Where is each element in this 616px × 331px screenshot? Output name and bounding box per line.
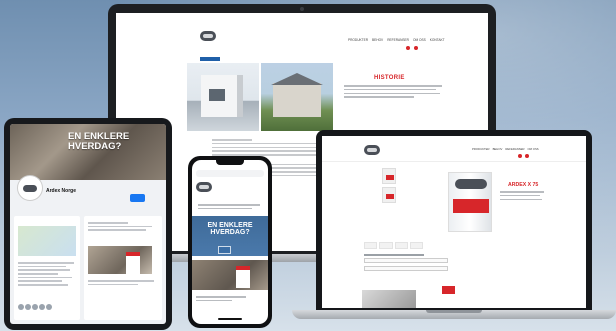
utility-links [518,154,529,158]
submit-button[interactable] [442,286,456,294]
main-nav: PRODUKTER BEHOV REFERANSER OM OSS [472,147,539,151]
ad-headline: EN ENKLERE HVERDAG? [207,222,253,237]
nav-item-products[interactable]: PRODUKTER [348,38,368,42]
product-tab[interactable] [364,242,378,249]
main-nav: PRODUKTER BEHOV REFERANSER OM OSS KONTAK… [348,38,445,42]
page-tab[interactable] [16,208,19,212]
user-icon[interactable] [414,46,418,50]
post-actions [88,280,156,287]
browser-address-bar[interactable] [196,170,264,177]
site-header: PRODUKTER BEHOV REFERANSER OM OSS [322,136,586,162]
product-thumbnails [382,168,396,206]
page-tabs [16,208,47,212]
macbook-notch [426,310,482,313]
site-header [196,182,264,192]
history-hero-images [187,63,333,131]
application-image [362,290,416,308]
home-indicator[interactable] [218,318,242,320]
historic-house-image [261,63,333,131]
contact-form [364,254,560,274]
cover-headline: EN ENKLERE HVERDAG? [68,131,130,152]
page-tab[interactable] [25,208,28,212]
ardex-logo[interactable] [196,182,212,192]
tablet-screen: EN ENKLERE HVERDAG? Ardex Norge [10,124,166,324]
nav-item-products[interactable]: PRODUKTER [472,147,490,151]
product-thumbnail[interactable] [382,168,396,184]
post-text [88,222,156,233]
product-tab[interactable] [394,242,408,249]
user-icon[interactable] [525,154,529,158]
modern-building-image [187,63,259,131]
page-name[interactable]: Ardex Norge [46,188,76,194]
phone-screen: EN ENKLERE HVERDAG? [192,160,268,324]
laptop-camera [300,7,304,11]
phone-notch [216,160,244,165]
follower-avatars [18,304,52,310]
ardex-logo[interactable] [364,145,380,155]
history-paragraph [344,85,442,100]
ardex-logo[interactable] [200,31,216,41]
post-caption [198,204,262,212]
page-avatar[interactable] [18,176,42,200]
post-footer [196,296,264,304]
nav-item-about[interactable]: OM OSS [527,147,538,151]
site-header: PRODUKTER BEHOV REFERANSER OM OSS KONTAK… [116,13,488,53]
about-panel [14,216,80,320]
form-field[interactable] [364,257,448,263]
utility-links [406,46,418,50]
nav-item-references[interactable]: REFERANSER [505,147,524,151]
cart-icon[interactable] [406,46,410,50]
about-list [18,262,76,288]
nav-item-references[interactable]: REFERANSER [387,38,409,42]
product-description [500,191,544,202]
location-map[interactable] [18,226,76,256]
nav-item-about[interactable]: OM OSS [413,38,426,42]
product-thumbnail[interactable] [382,187,396,203]
history-heading: HISTORIE [374,75,405,81]
cart-icon[interactable] [518,154,522,158]
form-field[interactable] [364,265,448,271]
product-title: ARDEX X 75 [508,182,539,188]
ad-product-image [192,260,268,290]
tablet-device: EN ENKLERE HVERDAG? Ardex Norge [4,118,172,330]
page-tab[interactable] [35,208,38,212]
breadcrumb[interactable] [200,57,220,61]
product-tab[interactable] [379,242,393,249]
post-panel [84,216,162,320]
macbook-device: PRODUKTER BEHOV REFERANSER OM OSS ARDEX … [316,130,592,312]
page-tab[interactable] [44,208,47,212]
product-tabs [364,242,424,249]
nav-item-contact[interactable]: KONTAKT [430,38,445,42]
macbook-screen: PRODUKTER BEHOV REFERANSER OM OSS ARDEX … [322,136,586,308]
phone-device: EN ENKLERE HVERDAG? [188,156,272,328]
nav-item-needs[interactable]: BEHOV [493,147,503,151]
product-bag-image [448,172,492,232]
follow-button[interactable] [130,194,146,202]
nav-item-needs[interactable]: BEHOV [372,38,383,42]
product-tab[interactable] [409,242,424,249]
ad-cta-button[interactable] [218,246,232,254]
post-image[interactable] [88,246,152,274]
